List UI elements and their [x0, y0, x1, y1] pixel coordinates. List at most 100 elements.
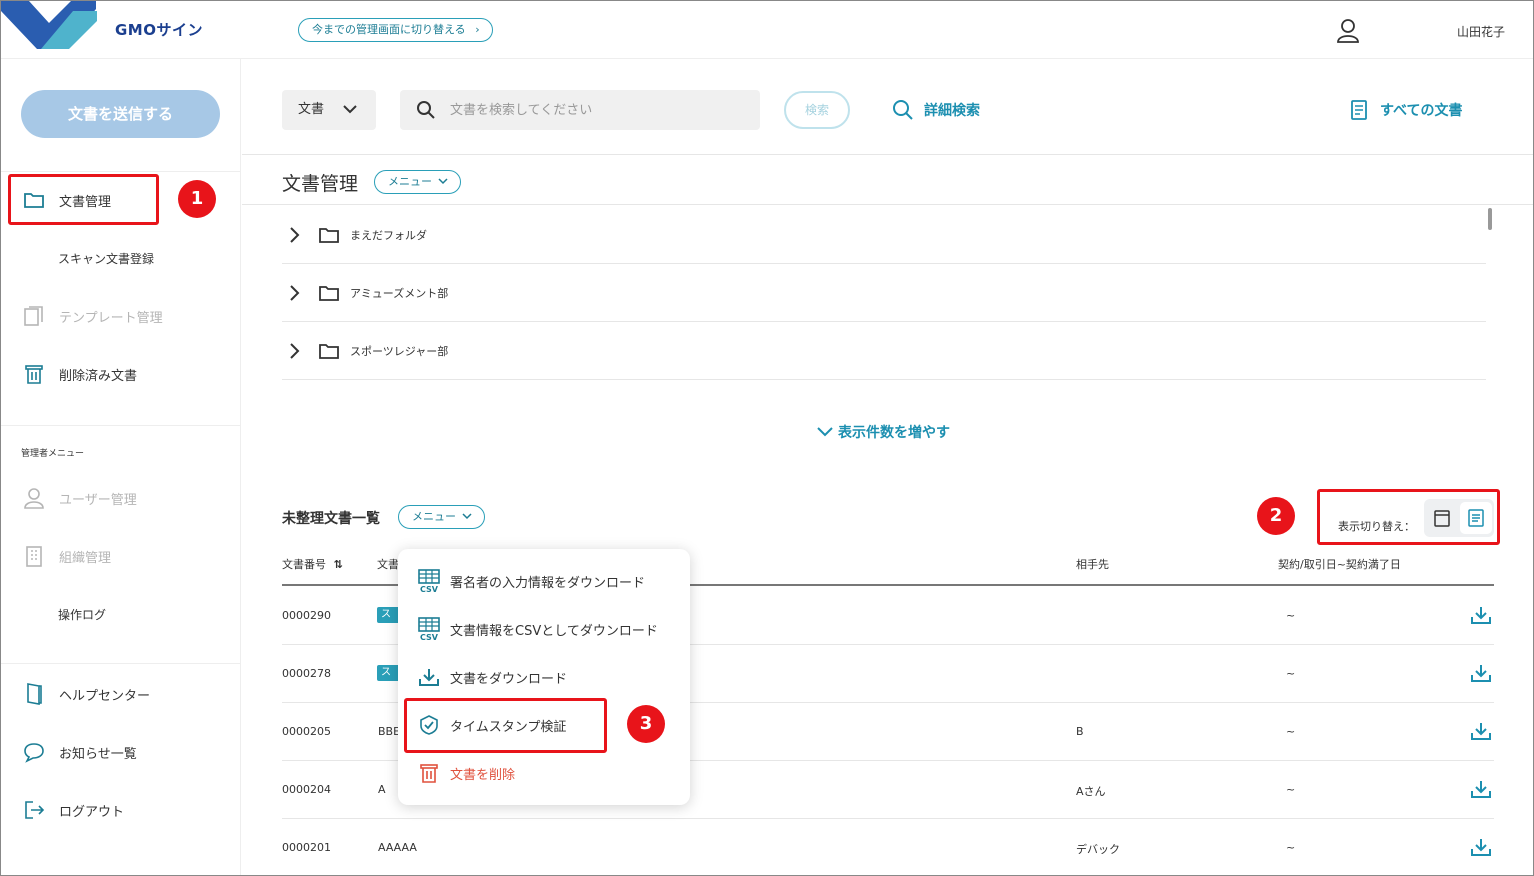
- menu-item-download-csv[interactable]: CSV 文書情報をCSVとしてダウンロード: [418, 615, 658, 643]
- row-number: 0000290: [282, 609, 331, 622]
- user-name[interactable]: 山田花子: [1457, 23, 1505, 40]
- sidebar-item-notifications[interactable]: お知らせ一覧: [23, 740, 137, 764]
- sidebar-item-label: 削除済み文書: [59, 368, 138, 384]
- folder-row[interactable]: まえだフォルダ: [282, 206, 1486, 264]
- download-icon[interactable]: [1470, 605, 1492, 625]
- menu-item-download-signer-info[interactable]: CSV 署名者の入力情報をダウンロード: [418, 567, 645, 595]
- list-menu-dropdown: CSV 署名者の入力情報をダウンロード CSV 文書情報をCSVとしてダウンロー…: [398, 549, 690, 805]
- sidebar-divider: [1, 425, 240, 426]
- app-frame: GMOサイン 今までの管理画面に切り替える › 山田花子 文書を送信する 文書管…: [0, 0, 1534, 876]
- menu-item-label: 署名者の入力情報をダウンロード: [450, 575, 646, 591]
- svg-text:CSV: CSV: [420, 585, 439, 593]
- sidebar-item-label: ログアウト: [59, 804, 125, 820]
- advanced-search-link[interactable]: 詳細検索: [892, 99, 980, 121]
- book-icon: [23, 683, 45, 705]
- menu-item-delete-document[interactable]: 文書を削除: [418, 759, 515, 787]
- toolbar: 文書 検索 詳細検索 すべての文書: [242, 59, 1533, 155]
- annotation-marker-3: 3: [627, 705, 665, 743]
- unsorted-list-title: 未整理文書一覧: [282, 511, 380, 527]
- template-icon: [23, 305, 45, 327]
- column-header-doc[interactable]: 文書: [377, 556, 399, 572]
- show-more-label: 表示件数を増やす: [838, 425, 950, 441]
- csv-icon: CSV: [418, 569, 440, 593]
- sidebar-item-deleted-documents[interactable]: 削除済み文書: [23, 362, 137, 386]
- download-icon[interactable]: [1470, 779, 1492, 799]
- annotation-box-3: [404, 698, 607, 753]
- download-icon[interactable]: [1470, 721, 1492, 741]
- column-header-partner[interactable]: 相手先: [1076, 556, 1109, 572]
- sidebar-item-label: テンプレート管理: [59, 310, 163, 326]
- sidebar-item-label: ユーザー管理: [59, 492, 137, 508]
- table-row[interactable]: 0000201 AAAAA デバック ~: [282, 819, 1494, 875]
- menu-item-label: 文書を削除: [450, 767, 516, 783]
- csv-icon: CSV: [418, 617, 440, 641]
- building-icon: [23, 545, 45, 567]
- row-date: ~: [1286, 783, 1296, 796]
- row-doc: A: [378, 783, 386, 796]
- column-header-label: 文書番号: [282, 558, 326, 571]
- sidebar-item-organization-management[interactable]: 組織管理: [23, 544, 111, 568]
- sidebar-item-operation-log[interactable]: 操作ログ: [58, 606, 106, 623]
- chevron-down-icon: [438, 178, 448, 185]
- row-number: 0000205: [282, 725, 331, 738]
- menu-item-label: 文書情報をCSVとしてダウンロード: [450, 623, 658, 639]
- row-doc: AAAAA: [378, 841, 417, 854]
- folder-icon: [318, 342, 340, 360]
- document-type-select[interactable]: 文書: [282, 90, 376, 130]
- advanced-search-label: 詳細検索: [924, 103, 980, 119]
- sidebar-item-scan-register[interactable]: スキャン文書登録: [58, 250, 154, 267]
- folder-row[interactable]: アミューズメント部: [282, 264, 1486, 322]
- sidebar-item-logout[interactable]: ログアウト: [23, 798, 124, 822]
- annotation-box-2: [1317, 489, 1500, 545]
- document-type-value: 文書: [298, 102, 325, 117]
- row-number: 0000278: [282, 667, 331, 680]
- all-documents-link[interactable]: すべての文書: [1350, 99, 1462, 121]
- send-document-button[interactable]: 文書を送信する: [21, 90, 220, 138]
- sort-icon[interactable]: ⇅: [334, 558, 343, 571]
- annotation-marker-2: 2: [1257, 497, 1295, 535]
- trash-icon: [23, 363, 45, 385]
- column-header-number[interactable]: 文書番号 ⇅: [282, 556, 343, 572]
- header: GMOサイン 今までの管理画面に切り替える › 山田花子: [1, 1, 1533, 59]
- chevron-right-icon[interactable]: [282, 226, 306, 244]
- list-menu-button[interactable]: メニュー: [398, 505, 485, 529]
- switch-legacy-label: 今までの管理画面に切り替える: [312, 23, 466, 36]
- row-number: 0000201: [282, 841, 331, 854]
- brand-name: GMOサイン: [115, 21, 203, 39]
- chevron-right-icon[interactable]: [282, 342, 306, 360]
- sidebar-item-user-management[interactable]: ユーザー管理: [23, 486, 137, 510]
- chevron-right-icon: ›: [475, 23, 480, 36]
- menu-label: メニュー: [388, 175, 432, 188]
- chevron-right-icon[interactable]: [282, 284, 306, 302]
- show-more-button[interactable]: 表示件数を増やす: [816, 422, 950, 442]
- sidebar-item-help-center[interactable]: ヘルプセンター: [23, 682, 150, 706]
- row-date: ~: [1286, 725, 1296, 738]
- trash-icon: [418, 761, 440, 785]
- search-button[interactable]: 検索: [784, 91, 850, 129]
- sidebar-divider: [1, 171, 240, 172]
- download-icon[interactable]: [1470, 837, 1492, 857]
- chevron-down-icon: [462, 513, 472, 520]
- page-menu-button[interactable]: メニュー: [374, 170, 461, 194]
- menu-item-download-document[interactable]: 文書をダウンロード: [418, 663, 567, 691]
- row-partner: B: [1076, 725, 1084, 738]
- folder-row[interactable]: スポーツレジャー部: [282, 322, 1486, 380]
- row-date: ~: [1286, 667, 1296, 680]
- sidebar-item-label: お知らせ一覧: [59, 746, 137, 762]
- user-icon[interactable]: [1336, 18, 1360, 44]
- sidebar-divider: [1, 663, 240, 664]
- search-box: [400, 90, 760, 130]
- row-partner: デバック: [1076, 843, 1120, 856]
- row-partner: Aさん: [1076, 785, 1106, 798]
- menu-item-label: 文書をダウンロード: [450, 671, 568, 687]
- search-input[interactable]: [450, 100, 740, 120]
- column-header-date[interactable]: 契約/取引日~契約満了日: [1278, 556, 1401, 572]
- document-icon: [1351, 100, 1367, 120]
- switch-legacy-button[interactable]: 今までの管理画面に切り替える ›: [298, 18, 493, 42]
- gmo-logo-icon[interactable]: [1, 1, 101, 51]
- svg-text:CSV: CSV: [420, 633, 439, 641]
- sidebar-item-template-management[interactable]: テンプレート管理: [23, 304, 163, 328]
- search-icon: [893, 100, 913, 120]
- download-icon[interactable]: [1470, 663, 1492, 683]
- scrollbar-thumb[interactable]: [1488, 208, 1492, 230]
